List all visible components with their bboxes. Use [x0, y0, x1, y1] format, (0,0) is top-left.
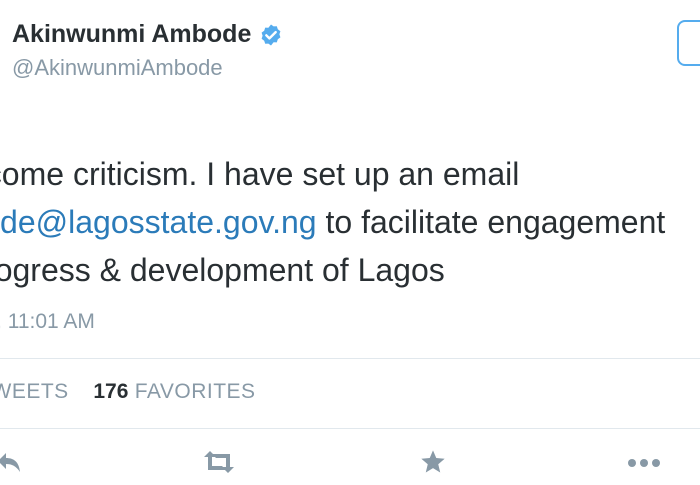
tweet-timestamp[interactable]: 25/5/15, 11:01 AM: [0, 310, 95, 334]
divider: [0, 428, 700, 429]
retweets-label[interactable]: RETWEETS: [0, 380, 69, 403]
follow-button[interactable]: [677, 20, 700, 66]
tweet-detail: Akinwunmi Ambode @AkinwunmiAmbode I welc…: [0, 0, 700, 485]
tweet-line-1: I welcome criticism. I have set up an em…: [0, 156, 520, 192]
author-name-text: Akinwunmi Ambode: [12, 20, 252, 48]
tweet-stats: RETWEETS 176 FAVORITES: [0, 380, 256, 404]
tweet-text: I welcome criticism. I have set up an em…: [0, 150, 700, 294]
more-options-icon[interactable]: [625, 448, 665, 476]
tweet-line-3: for progress & development of Lagos: [0, 252, 445, 288]
tweet-line-2: ambode@lagosstate.gov.ng to facilitate e…: [0, 198, 700, 246]
star-icon[interactable]: [419, 448, 447, 476]
author-name[interactable]: Akinwunmi Ambode: [12, 20, 283, 49]
tweet-line-2-text: to facilitate engagement: [316, 204, 666, 240]
retweet-icon[interactable]: [200, 448, 238, 476]
divider: [0, 358, 700, 359]
email-link[interactable]: ambode@lagosstate.gov.ng: [0, 204, 317, 240]
verified-badge-icon: [261, 24, 281, 45]
author-handle[interactable]: @AkinwunmiAmbode: [12, 55, 223, 81]
favorites-label[interactable]: FAVORITES: [135, 380, 256, 403]
favorites-count[interactable]: 176: [93, 380, 128, 403]
reply-icon[interactable]: [0, 448, 24, 476]
